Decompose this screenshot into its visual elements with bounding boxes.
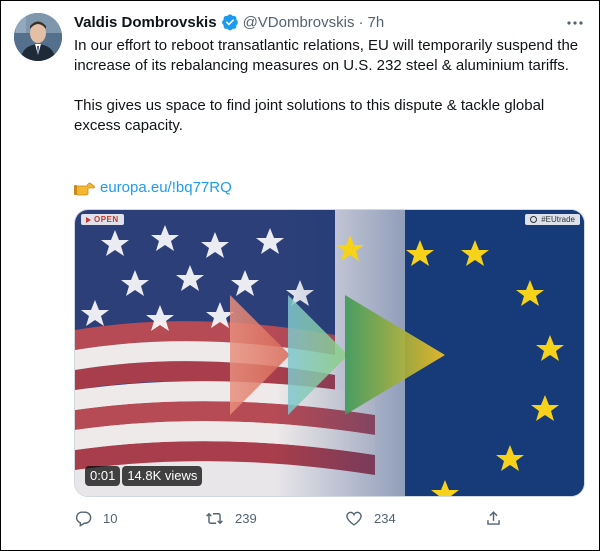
separator-dot: ·: [358, 13, 364, 31]
retweet-icon: [206, 512, 223, 525]
share-button[interactable]: [484, 509, 513, 528]
open-badge-label: OPEN: [94, 215, 119, 224]
link-line: europa.eu/!bq77RQ: [74, 178, 232, 198]
action-bar: 10 239 234: [74, 509, 514, 533]
like-icon: [346, 511, 362, 526]
author-name[interactable]: Valdis Dombrovskis: [74, 14, 217, 31]
like-count: 234: [374, 511, 396, 526]
play-mini-icon: [86, 216, 91, 223]
circle-icon: [530, 216, 538, 223]
verified-badge-icon: [221, 13, 239, 31]
tweet-paragraph-1: In our effort to reboot transatlantic re…: [74, 37, 579, 74]
tweet-text: In our effort to reboot transatlantic re…: [74, 36, 584, 136]
timestamp[interactable]: 7h: [367, 14, 384, 31]
video-thumbnail: [75, 210, 584, 496]
reply-count: 10: [103, 511, 118, 526]
reply-button[interactable]: 10: [74, 509, 117, 528]
retweet-count: 239: [235, 511, 257, 526]
share-icon: [487, 511, 500, 525]
tweet-header: Valdis Dombrovskis @VDombrovskis · 7h: [74, 12, 384, 32]
open-badge: OPEN: [81, 214, 124, 225]
avatar[interactable]: [14, 13, 62, 61]
tweet-link[interactable]: europa.eu/!bq77RQ: [100, 178, 232, 198]
hashtag-badge: #EUtrade: [525, 214, 580, 225]
video-time: 0:01: [85, 466, 121, 486]
author-handle[interactable]: @VDombrovskis: [243, 14, 355, 31]
tweet-paragraph-2: This gives us space to find joint soluti…: [74, 97, 545, 134]
reply-icon: [75, 511, 92, 527]
pointing-right-hand-icon: [74, 180, 96, 196]
tweet-card: Valdis Dombrovskis @VDombrovskis · 7h In…: [0, 0, 600, 551]
more-icon[interactable]: [565, 13, 585, 33]
retweet-button[interactable]: 239: [204, 509, 257, 528]
hashtag-badge-label: #EUtrade: [541, 215, 575, 224]
view-count: 14.8K views: [122, 466, 203, 486]
like-button[interactable]: 234: [344, 509, 396, 528]
video-media[interactable]: OPEN #EUtrade 0:01 14.8K views: [74, 209, 585, 497]
video-overlay: 0:01 14.8K views: [85, 466, 203, 486]
